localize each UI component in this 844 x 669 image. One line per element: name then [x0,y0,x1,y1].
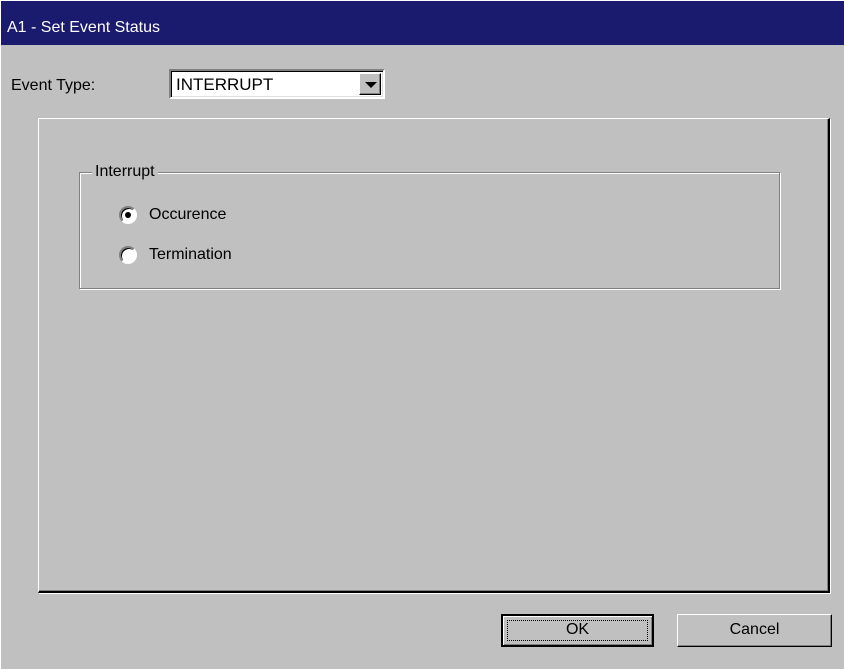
dialog-window: A1 - Set Event Status Event Type: INTERR… [0,0,844,669]
interrupt-group-legend: Interrupt [92,162,158,182]
cancel-button[interactable]: Cancel [677,614,832,647]
ok-button[interactable]: OK [501,614,654,647]
window-title: A1 - Set Event Status [7,19,160,36]
event-type-value: INTERRUPT [176,75,274,94]
radio-termination-label[interactable]: Termination [149,245,232,265]
radio-dot-icon [125,212,131,218]
radio-button-unchecked[interactable] [119,246,137,264]
radio-occurence-label[interactable]: Occurence [149,205,226,225]
cancel-button-label: Cancel [729,621,780,638]
event-type-label: Event Type: [11,77,96,94]
chevron-down-icon [365,82,377,88]
interrupt-groupbox [79,172,780,289]
event-type-dropdown[interactable]: INTERRUPT [169,69,385,99]
radio-button-checked[interactable] [119,206,137,224]
title-bar[interactable]: A1 - Set Event Status [1,1,844,45]
focus-rect [507,620,648,641]
dropdown-button[interactable] [359,73,381,95]
